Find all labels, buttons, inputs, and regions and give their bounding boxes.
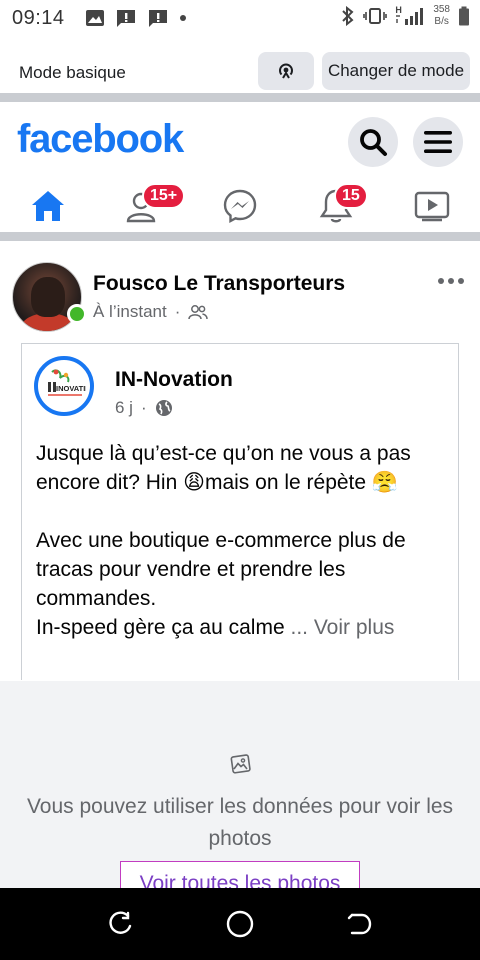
recent-apps-button[interactable] xyxy=(104,908,136,940)
main-nav: 15+ 15 xyxy=(0,175,480,241)
more-notifications-dot-icon xyxy=(180,15,186,21)
tab-home[interactable] xyxy=(18,183,78,229)
globe-icon xyxy=(155,400,172,416)
online-status-dot xyxy=(67,304,87,324)
back-nav-button[interactable] xyxy=(344,908,376,940)
shared-post[interactable]: INOVATIK IN-Novation 6 j · Jusque là qu’… xyxy=(21,343,459,680)
page-avatar[interactable]: INOVATIK xyxy=(34,356,94,416)
home-circle-icon xyxy=(226,910,254,938)
view-all-photos-button[interactable]: Voir toutes les photos xyxy=(120,861,360,888)
tab-watch[interactable] xyxy=(402,183,462,229)
network-speed-value: 358 xyxy=(433,4,450,15)
change-mode-button[interactable]: Changer de mode xyxy=(322,52,470,90)
post-paragraph: Jusque là qu’est-ce qu’on ne vous a pas … xyxy=(36,442,411,494)
meta-separator: · xyxy=(174,302,181,321)
status-bar: 09:14 H 358 B/s xyxy=(0,0,480,40)
post-paragraph: Avec une boutique e-commerce plus de tra… xyxy=(36,529,406,610)
system-icons: H 358 B/s xyxy=(341,4,470,28)
post-meta: À l’instant · xyxy=(93,302,209,322)
notification-icons xyxy=(85,8,187,28)
alert-message-icon xyxy=(117,10,135,27)
inovatik-logo: INOVATIK xyxy=(48,369,86,396)
post-timestamp[interactable]: À l’instant xyxy=(93,302,167,322)
notifications-badge: 15 xyxy=(334,183,368,209)
basic-mode-label: Mode basique xyxy=(19,63,126,82)
data-saver-panel: Vous pouvez utiliser les données pour vo… xyxy=(0,681,480,888)
menu-button[interactable] xyxy=(413,117,463,167)
ellipsis-dot-icon xyxy=(448,278,454,284)
friends-badge: 15+ xyxy=(142,183,186,209)
ellipsis-dot-icon xyxy=(438,278,444,284)
home-nav-button[interactable] xyxy=(224,908,256,940)
post-paragraph-last-line: In-speed gère ça au calme ... Voir plus xyxy=(36,613,451,642)
search-icon xyxy=(360,129,387,156)
see-more-link[interactable]: ... Voir plus xyxy=(290,616,394,639)
data-mode-button[interactable] xyxy=(258,52,314,90)
home-icon xyxy=(32,191,64,221)
battery-icon xyxy=(459,6,469,26)
tab-notifications[interactable]: 15 xyxy=(306,183,368,229)
friends-audience-icon xyxy=(188,305,209,320)
data-saver-message: Vous pouvez utiliser les données pour vo… xyxy=(26,795,454,850)
basic-mode-bar: Mode basique Changer de mode xyxy=(0,40,480,102)
search-button[interactable] xyxy=(348,117,398,167)
tab-messenger[interactable] xyxy=(210,183,270,229)
tab-friends[interactable]: 15+ xyxy=(114,183,186,229)
post-options-button[interactable] xyxy=(438,278,464,284)
meta-separator: · xyxy=(140,398,147,417)
hamburger-menu-icon xyxy=(424,131,452,153)
shared-page-name[interactable]: IN-Novation xyxy=(115,368,233,392)
photos-icon xyxy=(230,754,251,774)
bluetooth-icon xyxy=(342,6,354,26)
page-logo-text: INOVATIK xyxy=(56,384,86,393)
shared-post-meta: 6 j · xyxy=(115,398,173,418)
clock: 09:14 xyxy=(12,7,65,29)
avatar-face xyxy=(31,277,65,317)
recent-apps-icon xyxy=(109,911,132,934)
android-navigation-bar xyxy=(0,888,480,960)
ellipsis-dot-icon xyxy=(458,278,464,284)
feed-post: Fousco Le Transporteurs À l’instant · IN… xyxy=(0,250,480,680)
facebook-logo[interactable]: facebook xyxy=(17,117,184,162)
network-speed-unit: B/s xyxy=(434,16,449,27)
video-play-icon xyxy=(414,191,450,222)
post-text-fragment: In-speed gère ça au calme xyxy=(36,616,291,639)
alert-message-icon-2 xyxy=(149,10,167,27)
signal-bars-icon xyxy=(396,8,424,25)
shared-post-timestamp[interactable]: 6 j xyxy=(115,398,133,418)
shared-post-body: Jusque là qu’est-ce qu’on ne vous a pas … xyxy=(36,439,451,642)
facebook-header: facebook xyxy=(0,111,480,175)
cell-signal: H xyxy=(395,5,425,27)
post-author-name[interactable]: Fousco Le Transporteurs xyxy=(93,272,345,296)
vibrate-icon xyxy=(363,8,388,24)
network-speed: 358 B/s xyxy=(433,4,450,28)
back-icon xyxy=(347,913,372,935)
broadcast-icon xyxy=(279,63,293,79)
messenger-icon xyxy=(223,189,257,224)
gallery-icon xyxy=(86,10,104,26)
